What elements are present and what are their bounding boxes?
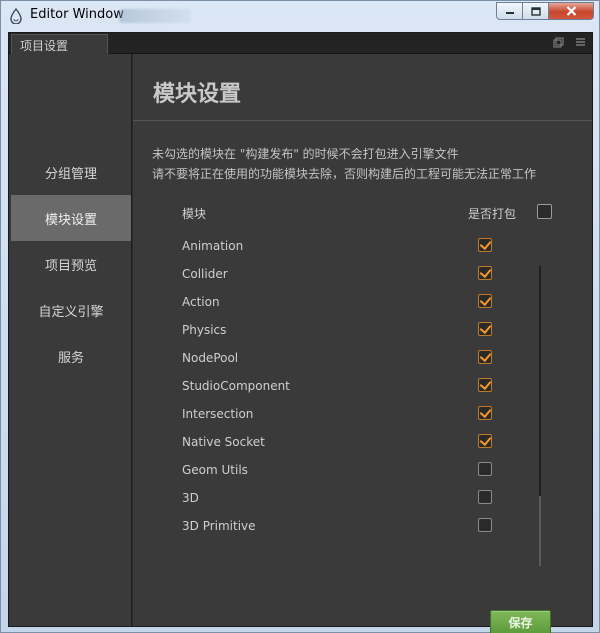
module-row-nodepool: NodePool — [182, 346, 512, 374]
module-row-geom-utils: Geom Utils — [182, 458, 512, 486]
module-name: Collider — [182, 267, 228, 281]
minimize-icon — [505, 12, 514, 14]
module-list-scrollbar-track[interactable] — [539, 266, 541, 496]
module-row-collider: Collider — [182, 262, 512, 290]
module-checkbox-intersection[interactable] — [478, 406, 492, 420]
module-row-intersection: Intersection — [182, 402, 512, 430]
module-name: Intersection — [182, 407, 254, 421]
select-all-checkbox[interactable] — [537, 204, 552, 219]
menu-icon[interactable] — [574, 36, 586, 48]
module-row-physics: Physics — [182, 318, 512, 346]
close-button[interactable] — [548, 2, 594, 20]
module-row-3d: 3D — [182, 486, 512, 514]
module-checkbox-3d[interactable] — [478, 490, 492, 504]
title-bar[interactable]: Editor Window — [1, 1, 599, 31]
module-name: Physics — [182, 323, 227, 337]
module-checkbox-3d-primitive[interactable] — [478, 518, 492, 532]
popout-icon[interactable] — [552, 36, 564, 48]
description-line-2: 请不要将正在使用的功能模块去除，否则构建后的工程可能无法正常工作 — [152, 167, 537, 181]
minimize-button[interactable] — [496, 2, 523, 20]
module-table-header: 模块 是否打包 — [182, 203, 552, 223]
module-name: Geom Utils — [182, 463, 248, 477]
sidebar-item-services[interactable]: 服务 — [11, 333, 131, 379]
module-settings-content: 模块设置 未勾选的模块在 "构建发布" 的时候不会打包进入引擎文件 请不要将正在… — [133, 54, 592, 633]
module-row-native-socket: Native Socket — [182, 430, 512, 458]
module-row-animation: Animation — [182, 234, 512, 262]
module-name: 3D — [182, 491, 199, 505]
editor-panel: 项目设置 分组管理 模块设置 项目预览 自定义引擎 服务 模块设置 未勾选的模块… — [8, 32, 593, 633]
app-logo-icon — [10, 8, 22, 24]
module-row-action: Action — [182, 290, 512, 318]
close-icon — [566, 6, 576, 16]
module-checkbox-collider[interactable] — [478, 266, 492, 280]
sidebar-item-module-settings[interactable]: 模块设置 — [11, 195, 131, 241]
title-redacted-region — [119, 9, 191, 23]
module-checkbox-native-socket[interactable] — [478, 434, 492, 448]
module-name: StudioComponent — [182, 379, 290, 393]
module-checkbox-studiocomponent[interactable] — [478, 378, 492, 392]
maximize-icon — [530, 6, 541, 16]
module-name: 3D Primitive — [182, 519, 256, 533]
window-title: Editor Window — [30, 7, 124, 22]
title-divider — [133, 120, 592, 121]
sidebar-item-custom-engine[interactable]: 自定义引擎 — [11, 287, 131, 333]
editor-window: Editor Window 项目设置 分组管理 模块设置 项目预览 自定义引擎 … — [0, 0, 600, 633]
module-checkbox-geom-utils[interactable] — [478, 462, 492, 476]
module-name: Action — [182, 295, 220, 309]
module-checkbox-nodepool[interactable] — [478, 350, 492, 364]
module-checkbox-action[interactable] — [478, 294, 492, 308]
module-list: Animation Collider Action Physics NodePo… — [182, 234, 512, 542]
column-header-pack: 是否打包 — [468, 207, 517, 221]
module-row-studiocomponent: StudioComponent — [182, 374, 512, 402]
sidebar-item-group-management[interactable]: 分组管理 — [11, 149, 131, 195]
module-name: NodePool — [182, 351, 239, 365]
module-name: Native Socket — [182, 435, 265, 449]
save-button[interactable]: 保存 — [490, 610, 551, 633]
description-line-1: 未勾选的模块在 "构建发布" 的时候不会打包进入引擎文件 — [152, 147, 459, 161]
sidebar: 分组管理 模块设置 项目预览 自定义引擎 服务 — [9, 54, 132, 626]
column-header-module: 模块 — [182, 207, 207, 221]
module-list-scrollbar-thumb[interactable] — [539, 496, 541, 566]
window-controls — [496, 2, 594, 20]
page-title: 模块设置 — [153, 82, 242, 107]
module-checkbox-physics[interactable] — [478, 322, 492, 336]
module-row-3d-primitive: 3D Primitive — [182, 514, 512, 542]
module-checkbox-animation[interactable] — [478, 238, 492, 252]
maximize-button[interactable] — [522, 2, 549, 20]
tab-tools — [552, 36, 586, 48]
panel-tab-bar: 项目设置 — [9, 33, 592, 54]
tab-project-settings[interactable]: 项目设置 — [11, 34, 108, 54]
module-name: Animation — [182, 239, 244, 253]
sidebar-item-project-preview[interactable]: 项目预览 — [11, 241, 131, 287]
